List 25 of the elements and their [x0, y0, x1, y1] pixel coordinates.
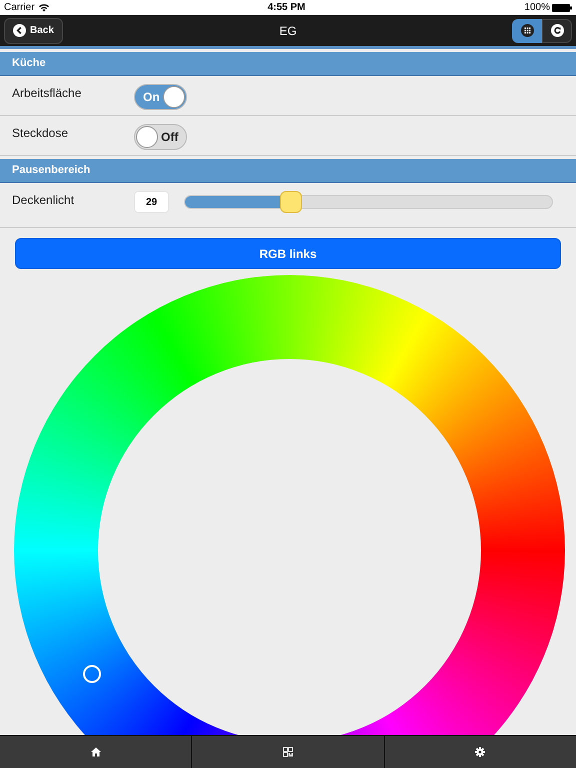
rgb-button[interactable]: RGB links	[15, 238, 561, 269]
toggle-switch[interactable]: Off	[134, 124, 187, 150]
gear-icon	[475, 747, 486, 757]
row-label: Arbeitsfläche	[12, 85, 82, 102]
section-title: Küche	[12, 56, 46, 72]
row-label: Deckenlicht	[12, 192, 76, 209]
grid-icon	[520, 24, 534, 37]
wifi-icon	[38, 4, 49, 12]
refresh-icon	[550, 24, 564, 37]
time-text: 4:55 PM	[266, 1, 306, 15]
battery-text: 100%	[524, 1, 550, 15]
page-title: EG	[279, 22, 297, 40]
battery-icon	[552, 4, 572, 12]
home-icon	[90, 747, 101, 757]
slider-thumb[interactable]	[280, 191, 302, 213]
carrier-text: Carrier	[4, 1, 35, 15]
value-field[interactable]: 29	[134, 191, 169, 213]
section-title: Pausenbereich	[12, 163, 90, 178]
grid-button[interactable]	[512, 18, 542, 42]
row-label: Steckdose	[12, 125, 70, 142]
refresh-button[interactable]	[542, 18, 572, 42]
color-picker-handle[interactable]	[83, 665, 101, 683]
back-button[interactable]: Back	[4, 18, 63, 44]
qr-code-icon	[282, 747, 293, 757]
chevron-left-icon	[13, 24, 26, 37]
